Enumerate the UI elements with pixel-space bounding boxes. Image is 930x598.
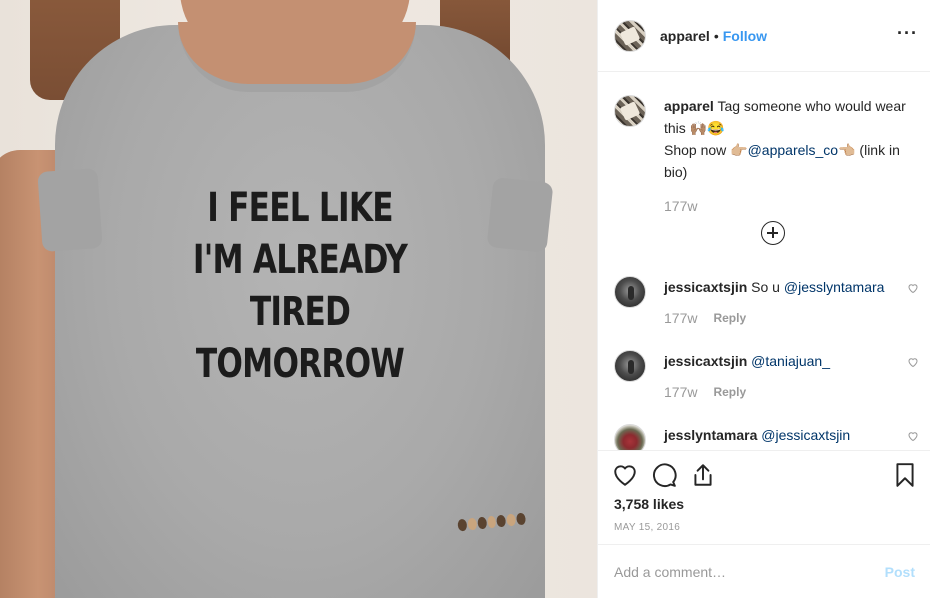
post-photo[interactable]: I FEEL LIKE I'M ALREADY TIRED TOMORROW xyxy=(0,0,597,598)
sleeve-left xyxy=(37,168,103,252)
slogan-line: I'M ALREADY xyxy=(192,237,408,283)
slogan-line: TIRED TOMORROW xyxy=(195,289,405,387)
avatar[interactable] xyxy=(614,350,646,382)
plus-circle-icon[interactable] xyxy=(761,221,785,245)
post-side-panel: apparel • Follow ··· apparel Tag someone… xyxy=(597,0,930,598)
post-header: apparel • Follow ··· xyxy=(598,0,930,72)
reply-button[interactable]: Reply xyxy=(713,307,746,329)
add-comment-bar: Post xyxy=(598,544,930,598)
likes-count[interactable]: 3,758 likes xyxy=(614,496,684,512)
comment-username[interactable]: jessicaxtsjin xyxy=(664,353,747,369)
header-separator: • xyxy=(713,27,719,44)
comment-timestamp[interactable]: 177w xyxy=(664,381,697,403)
avatar[interactable] xyxy=(614,95,646,127)
comment-text: So u xyxy=(751,279,784,295)
comment-mention[interactable]: @taniajuan_ xyxy=(751,353,830,369)
post-button[interactable]: Post xyxy=(885,564,915,580)
post-date[interactable]: MAY 15, 2016 xyxy=(614,522,680,533)
instagram-post: I FEEL LIKE I'M ALREADY TIRED TOMORROW a… xyxy=(0,0,930,598)
slogan-line: I FEEL LIKE xyxy=(207,185,393,231)
avatar[interactable] xyxy=(614,19,646,52)
comment-item: jesslyntamara @jessicaxtsjin xyxy=(614,424,919,450)
comments-list[interactable]: apparel Tag someone who would wear this … xyxy=(598,73,930,450)
tshirt-slogan: I FEEL LIKE I'M ALREADY TIRED TOMORROW xyxy=(183,182,417,390)
heart-icon[interactable] xyxy=(907,282,919,294)
comment-bubble-icon[interactable] xyxy=(651,462,677,488)
tshirt-collar xyxy=(178,22,416,92)
post-actions: 3,758 likes MAY 15, 2016 xyxy=(598,450,930,544)
heart-icon[interactable] xyxy=(612,462,638,488)
comment-mention[interactable]: @jessicaxtsjin xyxy=(761,427,850,443)
post-caption: apparel Tag someone who would wear this … xyxy=(614,95,919,217)
header-username[interactable]: apparel xyxy=(660,28,710,44)
heart-icon[interactable] xyxy=(907,430,919,442)
caption-shop-prefix: Shop now 👉🏼 xyxy=(664,142,748,158)
comment-input[interactable] xyxy=(614,563,885,580)
sleeve-right xyxy=(486,177,554,253)
bookmark-icon[interactable] xyxy=(892,462,918,488)
heart-icon[interactable] xyxy=(907,356,919,368)
comment-username[interactable]: jessicaxtsjin xyxy=(664,279,747,295)
avatar[interactable] xyxy=(614,276,646,308)
comment-mention[interactable]: @jesslyntamara xyxy=(784,279,885,295)
ellipsis-icon[interactable]: ··· xyxy=(897,24,917,46)
avatar[interactable] xyxy=(614,424,646,450)
caption-timestamp[interactable]: 177w xyxy=(664,195,919,217)
caption-mention[interactable]: @apparels_co xyxy=(748,142,839,158)
comment-item: jessicaxtsjin @taniajuan_ 177w Reply xyxy=(614,350,919,403)
comment-timestamp[interactable]: 177w xyxy=(664,307,697,329)
caption-username[interactable]: apparel xyxy=(664,98,714,114)
reply-button[interactable]: Reply xyxy=(713,381,746,403)
follow-button[interactable]: Follow xyxy=(723,28,767,44)
share-icon[interactable] xyxy=(690,462,716,488)
comment-item: jessicaxtsjin So u @jesslyntamara 177w R… xyxy=(614,276,919,329)
comment-username[interactable]: jesslyntamara xyxy=(664,427,757,443)
